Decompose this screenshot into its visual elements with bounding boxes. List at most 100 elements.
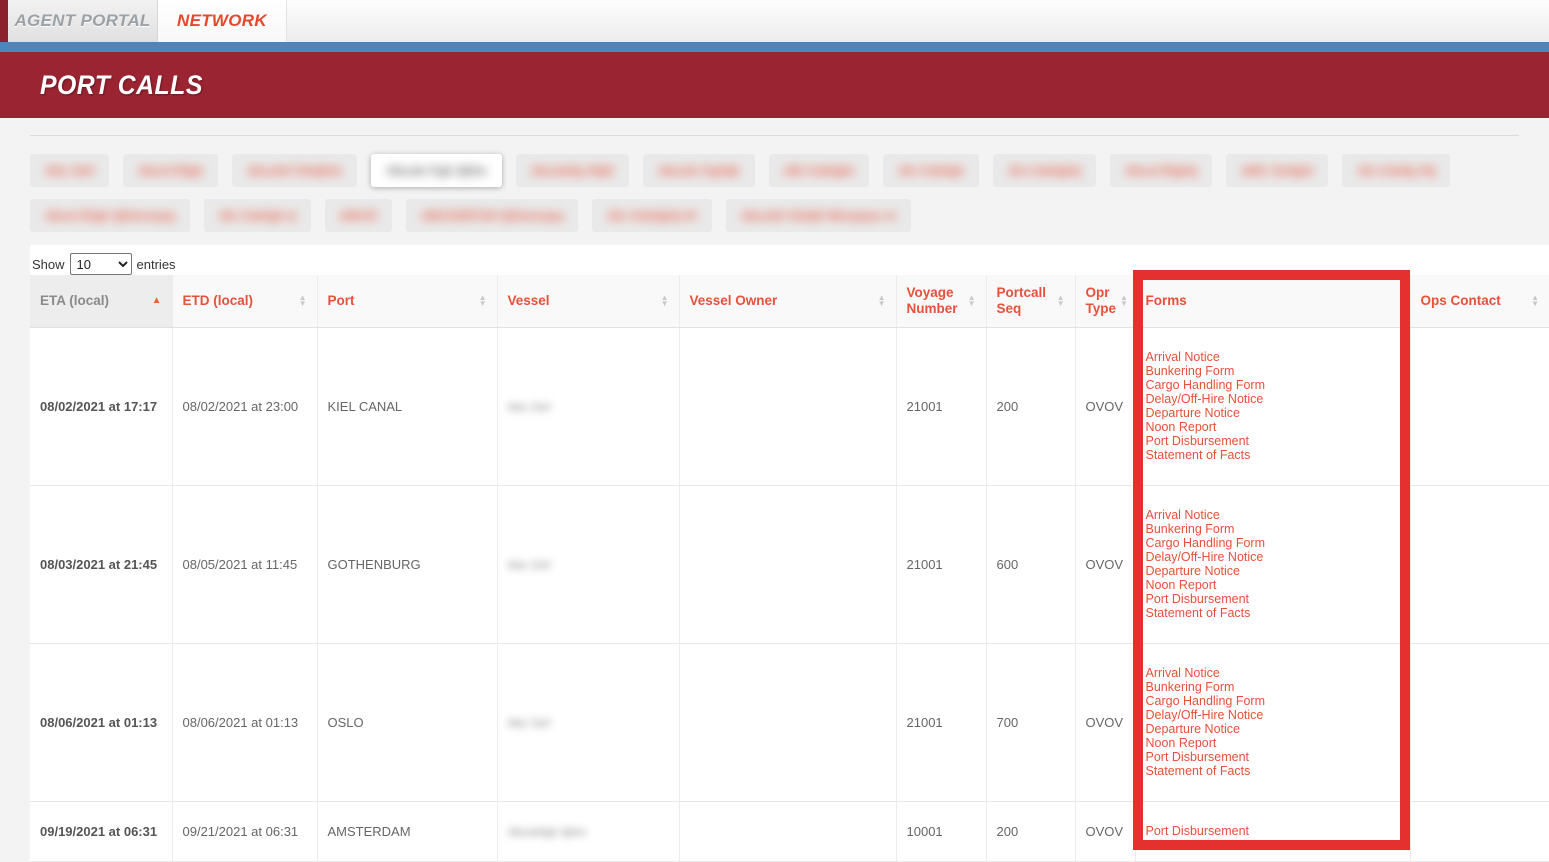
tab-bar-left-accent — [0, 0, 8, 42]
form-link[interactable]: Noon Report — [1146, 736, 1400, 750]
column-header-seq[interactable]: Portcall Seq▲▼ — [986, 275, 1075, 327]
form-link[interactable]: Departure Notice — [1146, 406, 1400, 420]
form-link[interactable]: Departure Notice — [1146, 722, 1400, 736]
column-header-vessel[interactable]: Vessel▲▼ — [497, 275, 679, 327]
cell-etd: 08/05/2021 at 11:45 — [172, 485, 317, 643]
cell-vessel: Abc Def — [497, 485, 679, 643]
tab-network[interactable]: NETWORK — [158, 0, 287, 42]
column-header-forms: Forms — [1135, 275, 1410, 327]
filter-chip-redacted[interactable]: Abc Def — [30, 154, 109, 187]
cell-forms: Arrival NoticeBunkering FormCargo Handli… — [1135, 485, 1410, 643]
filter-chip-label-redacted: ABC Defghi — [1241, 163, 1313, 178]
form-link[interactable]: Arrival Notice — [1146, 508, 1400, 522]
cell-eta: 08/02/2021 at 17:17 — [30, 327, 172, 485]
filter-chip-label-redacted: Abcdef Ghijkl Mnopqrs A — [741, 208, 896, 223]
form-link[interactable]: Port Disbursement — [1146, 750, 1400, 764]
form-link[interactable]: Statement of Facts — [1146, 448, 1400, 462]
column-header-label: Opr Type — [1086, 285, 1117, 317]
tab-agent-portal-label: AGENT PORTAL — [14, 11, 150, 31]
filter-chip-selected[interactable]: Abcde Fgh Ijklm — [371, 154, 501, 187]
cell-voyage-number: 21001 — [896, 327, 986, 485]
filter-chip-redacted[interactable]: ABC Defghi — [1226, 154, 1328, 187]
form-link[interactable]: Bunkering Form — [1146, 522, 1400, 536]
form-link[interactable]: Cargo Handling Form — [1146, 378, 1400, 392]
filter-chip-redacted[interactable]: Abcde Fghijk — [643, 154, 755, 187]
column-header-label: Portcall Seq — [997, 285, 1053, 317]
filter-chip-label-redacted: AB Cdefghi — [784, 163, 855, 178]
column-header-port[interactable]: Port▲▼ — [317, 275, 497, 327]
cell-eta: 09/19/2021 at 06:31 — [30, 801, 172, 861]
form-link[interactable]: Delay/Off-Hire Notice — [1146, 392, 1400, 406]
form-link[interactable]: Delay/Off-Hire Notice — [1146, 550, 1400, 564]
form-link[interactable]: Port Disbursement — [1146, 592, 1400, 606]
company-filter-section: Abc Def Abcd Efgh Abcdef Ghijklm Abcde Fgh … — [0, 136, 1549, 232]
vessel-name-redacted: Abc Def — [508, 400, 551, 414]
filter-chip-redacted[interactable]: Abcdef Ghijklm — [232, 154, 357, 187]
cell-opr-type: OVOV — [1075, 801, 1135, 861]
column-header-voyage[interactable]: Voyage Number▲▼ — [896, 275, 986, 327]
cell-port: KIEL CANAL — [317, 327, 497, 485]
filter-chip-label-redacted: Abcd Efgh — [138, 163, 203, 178]
cell-port: AMSTERDAM — [317, 801, 497, 861]
sort-both-icon: ▲▼ — [479, 295, 487, 307]
column-header-eta[interactable]: ETA (local) ▲ — [30, 275, 172, 327]
filter-chip-label-redacted: Abcde Fgh Ijklm — [386, 163, 486, 178]
cell-forms: Port Disbursement — [1135, 801, 1410, 861]
cell-vessel-owner — [679, 801, 896, 861]
column-header-etd[interactable]: ETD (local)▲▼ — [172, 275, 317, 327]
column-header-opr[interactable]: Opr Type▲▼ — [1075, 275, 1135, 327]
filter-chip-label-redacted: Abcde Fghijk — [658, 163, 740, 178]
filter-chip-label-redacted: Abcdefg Hijkl — [531, 163, 614, 178]
sort-both-icon: ▲▼ — [299, 295, 307, 307]
cell-voyage-number: 21001 — [896, 485, 986, 643]
filter-chip-redacted[interactable]: Abcdef Ghijkl Mnopqrs A — [726, 199, 911, 232]
form-link[interactable]: Delay/Off-Hire Notice — [1146, 708, 1400, 722]
cell-eta: 08/03/2021 at 21:45 — [30, 485, 172, 643]
sort-both-icon: ▲▼ — [1531, 295, 1539, 307]
filter-chip-label-redacted: Abc Def — [45, 163, 94, 178]
top-tab-bar: AGENT PORTAL NETWORK — [0, 0, 1549, 42]
filter-chip-redacted[interactable]: Abcd Efgh Ijklmnopq — [30, 199, 190, 232]
filter-chip-redacted[interactable]: Ab Cdefgh Ij — [204, 199, 311, 232]
form-link[interactable]: Departure Notice — [1146, 564, 1400, 578]
column-header-label: ETA (local) — [40, 293, 109, 309]
filter-chip-redacted[interactable]: ABCD/EFGH Ijklmnopq — [406, 199, 578, 232]
filter-chip-redacted[interactable]: Ab Cdefgh — [883, 154, 979, 187]
entries-count-select[interactable]: 10 — [70, 253, 132, 275]
form-link[interactable]: Port Disbursement — [1146, 434, 1400, 448]
filter-chips-row-1: Abc Def Abcd Efgh Abcdef Ghijklm Abcde Fgh … — [30, 154, 1519, 187]
form-link[interactable]: Arrival Notice — [1146, 666, 1400, 680]
filter-chip-redacted[interactable]: Abcd Efgh — [123, 154, 218, 187]
form-link[interactable]: Statement of Facts — [1146, 764, 1400, 778]
filter-chip-redacted[interactable]: Ab Cdefghij — [993, 154, 1096, 187]
cell-voyage-number: 10001 — [896, 801, 986, 861]
cell-etd: 09/21/2021 at 06:31 — [172, 801, 317, 861]
filter-chip-redacted[interactable]: Ab Cdefghij Kl — [592, 199, 712, 232]
form-link[interactable]: Arrival Notice — [1146, 350, 1400, 364]
sort-ascending-icon: ▲ — [152, 295, 162, 306]
form-link[interactable]: Statement of Facts — [1146, 606, 1400, 620]
cell-forms: Arrival NoticeBunkering FormCargo Handli… — [1135, 327, 1410, 485]
form-link[interactable]: Noon Report — [1146, 420, 1400, 434]
blue-accent-strip — [0, 42, 1549, 52]
form-link[interactable]: Bunkering Form — [1146, 364, 1400, 378]
filter-chip-redacted[interactable]: ABCD — [325, 199, 393, 232]
filter-chip-redacted[interactable]: Ab Cdefg Hij — [1342, 154, 1450, 187]
form-link[interactable]: Cargo Handling Form — [1146, 536, 1400, 550]
form-link[interactable]: Port Disbursement — [1146, 824, 1400, 838]
filter-chip-label-redacted: Ab Cdefghij — [1008, 163, 1081, 178]
column-header-ops[interactable]: Ops Contact▲▼ — [1410, 275, 1549, 327]
cell-vessel-owner — [679, 643, 896, 801]
filter-chip-label-redacted: Abcdef Ghijklm — [247, 163, 342, 178]
cell-etd: 08/02/2021 at 23:00 — [172, 327, 317, 485]
form-link[interactable]: Cargo Handling Form — [1146, 694, 1400, 708]
tab-agent-portal[interactable]: AGENT PORTAL — [8, 0, 158, 42]
cell-ops-contact — [1410, 327, 1549, 485]
filter-chip-redacted[interactable]: AB Cdefghi — [769, 154, 870, 187]
filter-chip-redacted[interactable]: Abcdefg Hijkl — [516, 154, 629, 187]
filter-chip-redacted[interactable]: Abcd Efghij — [1110, 154, 1212, 187]
form-link[interactable]: Noon Report — [1146, 578, 1400, 592]
column-header-vessel_owner[interactable]: Vessel Owner▲▼ — [679, 275, 896, 327]
filter-chip-label-redacted: ABCD — [340, 208, 378, 223]
form-link[interactable]: Bunkering Form — [1146, 680, 1400, 694]
